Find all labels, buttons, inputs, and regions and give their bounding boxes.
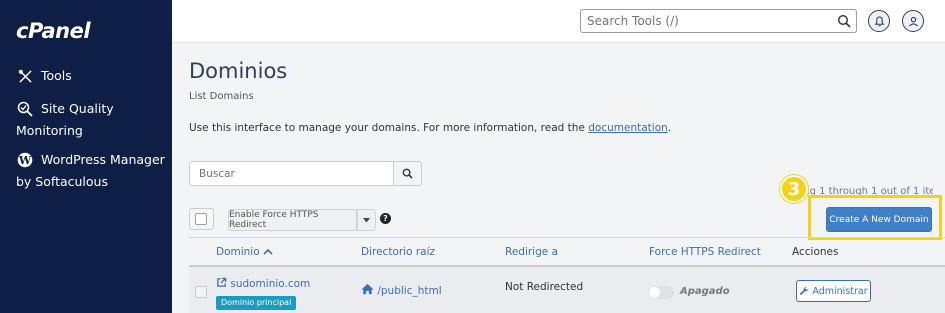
svg-text:W: W [18,154,32,167]
sort-ascending-icon [263,248,273,255]
documentation-link[interactable]: documentation [588,122,668,134]
top-bar [172,0,945,43]
column-label: Dominio [216,246,260,258]
page-title: Dominios [189,59,288,83]
domain-link[interactable]: sudominio.com [216,277,310,290]
sidebar-item-label: WordPress Manager [41,152,165,167]
column-header-dominio[interactable]: Dominio [216,246,273,258]
step-number-badge: 3 [780,175,808,203]
search-icon [402,168,413,179]
notifications-button[interactable] [868,10,890,32]
force-https-dropdown-toggle[interactable] [357,209,376,231]
column-header-force-https[interactable]: Force HTTPS Redirect [649,246,761,258]
force-https-toggle[interactable] [648,286,674,299]
wrench-icon [800,286,809,296]
user-menu-button[interactable] [902,10,924,32]
search-tools-box [580,9,857,33]
sidebar-item-label: Site Quality [41,101,114,116]
site-quality-icon [16,100,34,118]
table-row: sudominio.com Dominio principal /public_… [189,267,945,313]
cpanel-logo[interactable]: cPanel [16,19,91,43]
sidebar-item-site-quality[interactable]: Site Quality Monitoring [16,98,114,142]
description-text: Use this interface to manage your domain… [189,122,589,134]
domain-search-input[interactable] [190,162,393,186]
sidebar: cPanel Tools Site Quality Monitoring W W… [0,0,172,313]
search-icon[interactable] [837,13,851,32]
column-header-directorio[interactable]: Directorio raíz [361,246,435,258]
sidebar-item-label: Tools [41,68,72,83]
domain-search-box [189,161,394,186]
redirect-value: Not Redirected [505,281,584,293]
description-end: . [667,122,672,134]
row-checkbox[interactable] [195,286,207,298]
domain-name: sudominio.com [230,278,311,290]
home-icon [361,283,374,295]
enable-force-https-button[interactable]: Enable Force HTTPS Redirect [228,209,357,231]
manage-domain-button[interactable]: Administrar [796,280,871,302]
user-icon [908,16,918,26]
column-header-redirige[interactable]: Redirige a [505,246,558,258]
caret-down-icon [363,217,370,222]
domain-search-button[interactable] [393,161,422,186]
select-all-wrapper[interactable] [189,208,214,230]
manage-button-label: Administrar [812,285,868,297]
force-https-status: Apagado [680,286,730,297]
bell-icon [873,16,885,26]
wordpress-icon: W [16,151,34,169]
column-header-acciones: Acciones [792,246,839,258]
primary-domain-badge: Dominio principal [216,296,297,310]
search-tools-input[interactable] [581,10,831,32]
sidebar-item-tools[interactable]: Tools [16,65,72,87]
help-icon[interactable]: ? [380,213,391,224]
sidebar-item-wordpress-manager[interactable]: W WordPress Manager by Softaculous [16,149,165,193]
tools-icon [16,67,34,85]
root-directory-link[interactable]: /public_html [361,283,442,297]
external-link-icon [217,277,227,287]
page-description: Use this interface to manage your domain… [189,122,671,134]
sidebar-item-label-cont: by Softaculous [16,174,108,189]
select-all-checkbox[interactable] [195,213,207,225]
sidebar-item-label-cont: Monitoring [16,123,83,138]
table-header: Dominio Directorio raíz Redirige a Force… [189,237,945,267]
root-directory-text: /public_html [377,285,442,297]
page-subtitle: List Domains [189,91,254,102]
create-new-domain-button[interactable]: Create A New Domain [826,207,932,232]
